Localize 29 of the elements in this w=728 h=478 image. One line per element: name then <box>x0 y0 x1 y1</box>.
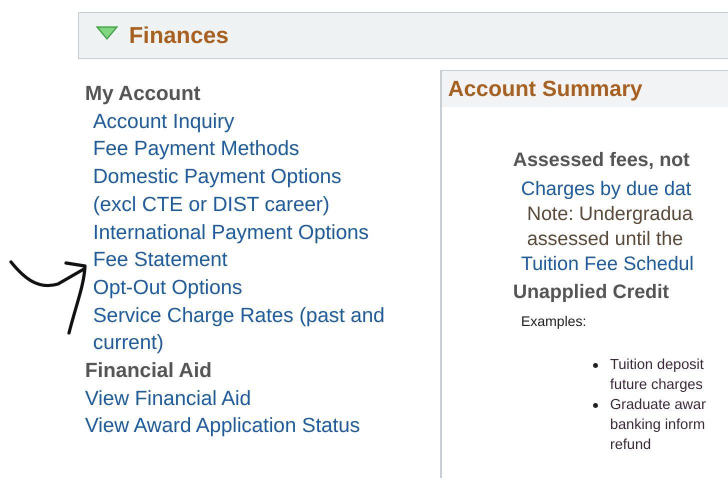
nav-heading: My Account <box>85 81 202 107</box>
nav-link[interactable]: International Payment Options <box>85 218 390 246</box>
nav-heading: Financial Aid <box>85 358 213 384</box>
collapse-triangle-icon[interactable] <box>96 26 118 40</box>
summary-link[interactable]: Tuition Fee Schedul <box>513 252 728 277</box>
section-heading: Unapplied Credit <box>513 280 670 305</box>
nav-link[interactable]: Fee Statement <box>85 246 390 274</box>
panel-title: Account Summary <box>442 71 728 107</box>
nav-link[interactable]: Account Inquiry <box>85 108 390 136</box>
nav-link[interactable]: Domestic Payment Options (excl CTE or DIST career) <box>85 163 390 219</box>
bullet-text: future charges <box>610 376 704 395</box>
note-text: Note: Undergradua <box>527 202 694 227</box>
nav-link[interactable]: Opt-Out Options <box>85 274 390 302</box>
nav-link[interactable]: View Financial Aid <box>85 384 390 412</box>
bullet-text: refund <box>610 436 652 455</box>
bullet-text: Tuition deposit <box>610 356 704 375</box>
bullet-text: Graduate awar <box>610 396 706 415</box>
section-header[interactable]: Finances <box>78 12 728 59</box>
note-text: assessed until the <box>527 227 684 252</box>
bullet-text: banking inform <box>610 416 706 435</box>
examples-label: Examples: <box>520 313 588 329</box>
section-title: Finances <box>129 22 229 49</box>
bullet-icon <box>593 363 598 368</box>
nav-link[interactable]: Fee Payment Methods <box>85 135 390 164</box>
section-heading: Assessed fees, not <box>513 148 691 173</box>
nav-link[interactable]: Service Charge Rates (past and current) <box>85 302 390 358</box>
bullet-icon <box>593 403 598 408</box>
summary-link[interactable]: Charges by due dat <box>513 177 728 202</box>
nav-link[interactable]: View Award Application Status <box>85 412 390 440</box>
